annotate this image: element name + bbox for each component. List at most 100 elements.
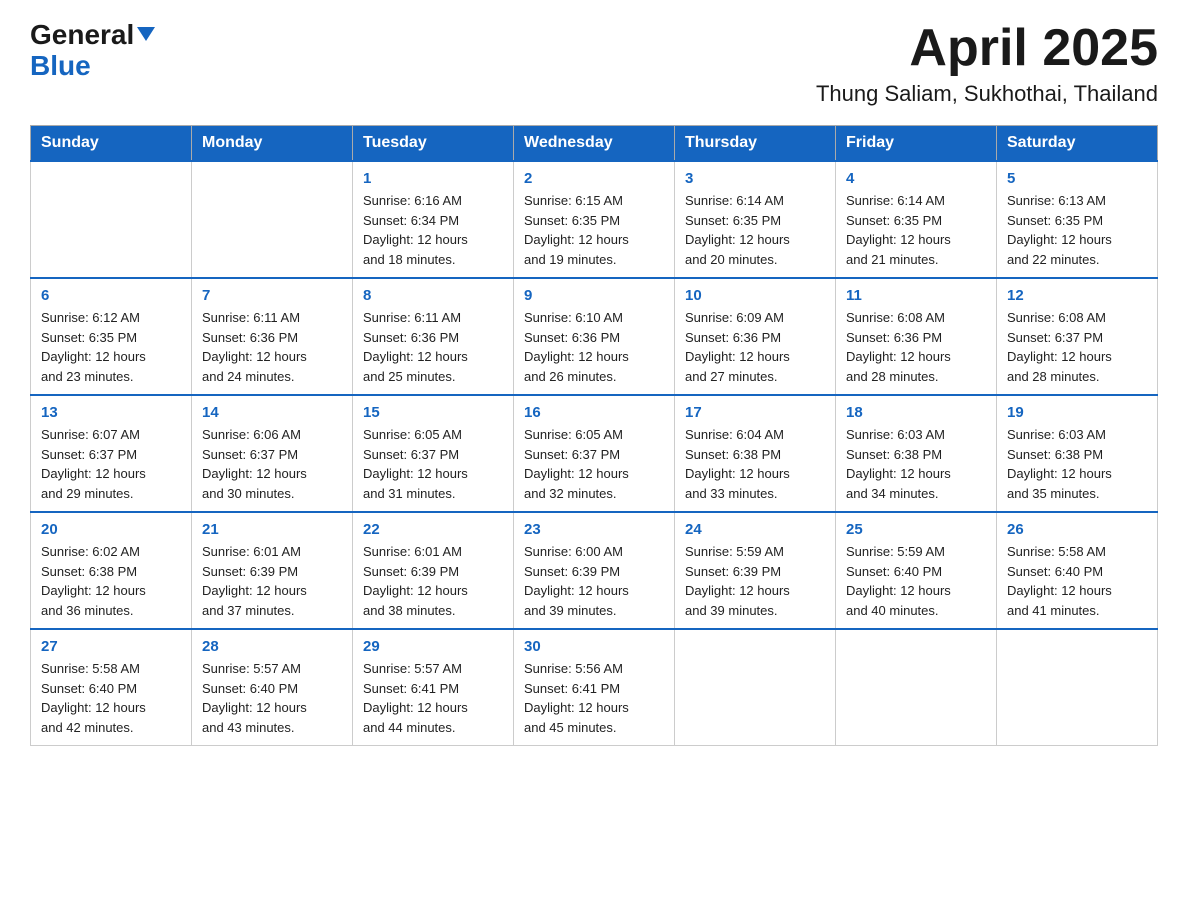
day-number: 4 <box>846 170 986 187</box>
day-number: 19 <box>1007 404 1147 421</box>
day-number: 22 <box>363 521 503 538</box>
day-info: Sunrise: 6:06 AM Sunset: 6:37 PM Dayligh… <box>202 425 342 503</box>
calendar-cell: 6 Sunrise: 6:12 AM Sunset: 6:35 PM Daylig… <box>31 278 192 395</box>
day-info: Sunrise: 6:02 AM Sunset: 6:38 PM Dayligh… <box>41 542 181 620</box>
day-number: 27 <box>41 638 181 655</box>
day-number: 10 <box>685 287 825 304</box>
day-info: Sunrise: 5:58 AM Sunset: 6:40 PM Dayligh… <box>1007 542 1147 620</box>
day-info: Sunrise: 5:57 AM Sunset: 6:40 PM Dayligh… <box>202 659 342 737</box>
day-number: 30 <box>524 638 664 655</box>
month-year-title: April 2025 <box>816 20 1158 77</box>
day-info: Sunrise: 6:08 AM Sunset: 6:36 PM Dayligh… <box>846 308 986 386</box>
weekday-header-friday: Friday <box>836 126 997 162</box>
calendar-table: SundayMondayTuesdayWednesdayThursdayFrid… <box>30 125 1158 746</box>
day-info: Sunrise: 6:07 AM Sunset: 6:37 PM Dayligh… <box>41 425 181 503</box>
calendar-cell: 15 Sunrise: 6:05 AM Sunset: 6:37 PM Dayli… <box>353 395 514 512</box>
logo-general: General <box>30 19 134 50</box>
logo-triangle-icon <box>137 27 155 41</box>
day-number: 26 <box>1007 521 1147 538</box>
calendar-header-row: SundayMondayTuesdayWednesdayThursdayFrid… <box>31 126 1158 162</box>
day-info: Sunrise: 6:14 AM Sunset: 6:35 PM Dayligh… <box>846 191 986 269</box>
calendar-cell <box>836 629 997 746</box>
day-number: 12 <box>1007 287 1147 304</box>
day-number: 8 <box>363 287 503 304</box>
day-info: Sunrise: 6:16 AM Sunset: 6:34 PM Dayligh… <box>363 191 503 269</box>
calendar-cell: 18 Sunrise: 6:03 AM Sunset: 6:38 PM Dayli… <box>836 395 997 512</box>
day-number: 18 <box>846 404 986 421</box>
calendar-cell: 17Sunrise: 6:04 AM Sunset: 6:38 PM Dayli… <box>675 395 836 512</box>
calendar-cell: 24Sunrise: 5:59 AM Sunset: 6:39 PM Dayli… <box>675 512 836 629</box>
day-number: 16 <box>524 404 664 421</box>
day-number: 25 <box>846 521 986 538</box>
day-number: 6 <box>41 287 181 304</box>
day-number: 15 <box>363 404 503 421</box>
calendar-cell: 29 Sunrise: 5:57 AM Sunset: 6:41 PM Dayli… <box>353 629 514 746</box>
week-row-4: 20 Sunrise: 6:02 AM Sunset: 6:38 PM Dayli… <box>31 512 1158 629</box>
day-info: Sunrise: 5:56 AM Sunset: 6:41 PM Dayligh… <box>524 659 664 737</box>
day-info: Sunrise: 6:12 AM Sunset: 6:35 PM Dayligh… <box>41 308 181 386</box>
calendar-cell: 28 Sunrise: 5:57 AM Sunset: 6:40 PM Dayli… <box>192 629 353 746</box>
calendar-cell: 20 Sunrise: 6:02 AM Sunset: 6:38 PM Dayli… <box>31 512 192 629</box>
logo-blue: Blue <box>30 50 91 81</box>
calendar-cell: 27Sunrise: 5:58 AM Sunset: 6:40 PM Dayli… <box>31 629 192 746</box>
calendar-cell: 3 Sunrise: 6:14 AM Sunset: 6:35 PM Daylig… <box>675 161 836 278</box>
calendar-cell: 23 Sunrise: 6:00 AM Sunset: 6:39 PM Dayli… <box>514 512 675 629</box>
day-number: 17 <box>685 404 825 421</box>
calendar-cell <box>192 161 353 278</box>
day-number: 2 <box>524 170 664 187</box>
day-info: Sunrise: 6:14 AM Sunset: 6:35 PM Dayligh… <box>685 191 825 269</box>
day-number: 23 <box>524 521 664 538</box>
week-row-2: 6 Sunrise: 6:12 AM Sunset: 6:35 PM Daylig… <box>31 278 1158 395</box>
day-info: Sunrise: 6:11 AM Sunset: 6:36 PM Dayligh… <box>202 308 342 386</box>
calendar-cell: 5 Sunrise: 6:13 AM Sunset: 6:35 PM Daylig… <box>997 161 1158 278</box>
calendar-cell: 25 Sunrise: 5:59 AM Sunset: 6:40 PM Dayli… <box>836 512 997 629</box>
day-number: 1 <box>363 170 503 187</box>
title-section: April 2025 Thung Saliam, Sukhothai, Thai… <box>816 20 1158 107</box>
calendar-cell <box>31 161 192 278</box>
weekday-header-wednesday: Wednesday <box>514 126 675 162</box>
calendar-cell: 10 Sunrise: 6:09 AM Sunset: 6:36 PM Dayli… <box>675 278 836 395</box>
day-info: Sunrise: 6:11 AM Sunset: 6:36 PM Dayligh… <box>363 308 503 386</box>
day-info: Sunrise: 6:03 AM Sunset: 6:38 PM Dayligh… <box>846 425 986 503</box>
day-info: Sunrise: 5:59 AM Sunset: 6:40 PM Dayligh… <box>846 542 986 620</box>
day-number: 14 <box>202 404 342 421</box>
day-number: 28 <box>202 638 342 655</box>
calendar-cell: 22 Sunrise: 6:01 AM Sunset: 6:39 PM Dayli… <box>353 512 514 629</box>
day-number: 13 <box>41 404 181 421</box>
calendar-cell <box>997 629 1158 746</box>
day-number: 20 <box>41 521 181 538</box>
calendar-cell: 8 Sunrise: 6:11 AM Sunset: 6:36 PM Daylig… <box>353 278 514 395</box>
day-number: 5 <box>1007 170 1147 187</box>
calendar-cell: 12 Sunrise: 6:08 AM Sunset: 6:37 PM Dayli… <box>997 278 1158 395</box>
day-info: Sunrise: 6:00 AM Sunset: 6:39 PM Dayligh… <box>524 542 664 620</box>
day-info: Sunrise: 6:05 AM Sunset: 6:37 PM Dayligh… <box>363 425 503 503</box>
calendar-cell: 11 Sunrise: 6:08 AM Sunset: 6:36 PM Dayli… <box>836 278 997 395</box>
day-info: Sunrise: 6:08 AM Sunset: 6:37 PM Dayligh… <box>1007 308 1147 386</box>
day-number: 3 <box>685 170 825 187</box>
week-row-3: 13 Sunrise: 6:07 AM Sunset: 6:37 PM Dayli… <box>31 395 1158 512</box>
calendar-cell: 16Sunrise: 6:05 AM Sunset: 6:37 PM Dayli… <box>514 395 675 512</box>
day-info: Sunrise: 6:09 AM Sunset: 6:36 PM Dayligh… <box>685 308 825 386</box>
location-subtitle: Thung Saliam, Sukhothai, Thailand <box>816 81 1158 107</box>
weekday-header-tuesday: Tuesday <box>353 126 514 162</box>
calendar-cell: 14 Sunrise: 6:06 AM Sunset: 6:37 PM Dayli… <box>192 395 353 512</box>
week-row-1: 1 Sunrise: 6:16 AM Sunset: 6:34 PM Daylig… <box>31 161 1158 278</box>
day-info: Sunrise: 6:13 AM Sunset: 6:35 PM Dayligh… <box>1007 191 1147 269</box>
day-number: 11 <box>846 287 986 304</box>
day-info: Sunrise: 5:57 AM Sunset: 6:41 PM Dayligh… <box>363 659 503 737</box>
day-info: Sunrise: 6:10 AM Sunset: 6:36 PM Dayligh… <box>524 308 664 386</box>
calendar-cell: 21Sunrise: 6:01 AM Sunset: 6:39 PM Dayli… <box>192 512 353 629</box>
weekday-header-thursday: Thursday <box>675 126 836 162</box>
weekday-header-monday: Monday <box>192 126 353 162</box>
day-info: Sunrise: 5:59 AM Sunset: 6:39 PM Dayligh… <box>685 542 825 620</box>
day-info: Sunrise: 6:01 AM Sunset: 6:39 PM Dayligh… <box>363 542 503 620</box>
day-number: 29 <box>363 638 503 655</box>
weekday-header-saturday: Saturday <box>997 126 1158 162</box>
calendar-cell: 26 Sunrise: 5:58 AM Sunset: 6:40 PM Dayli… <box>997 512 1158 629</box>
calendar-cell: 13 Sunrise: 6:07 AM Sunset: 6:37 PM Dayli… <box>31 395 192 512</box>
day-info: Sunrise: 6:03 AM Sunset: 6:38 PM Dayligh… <box>1007 425 1147 503</box>
calendar-cell: 9Sunrise: 6:10 AM Sunset: 6:36 PM Daylig… <box>514 278 675 395</box>
weekday-header-sunday: Sunday <box>31 126 192 162</box>
day-number: 7 <box>202 287 342 304</box>
calendar-cell: 30 Sunrise: 5:56 AM Sunset: 6:41 PM Dayli… <box>514 629 675 746</box>
